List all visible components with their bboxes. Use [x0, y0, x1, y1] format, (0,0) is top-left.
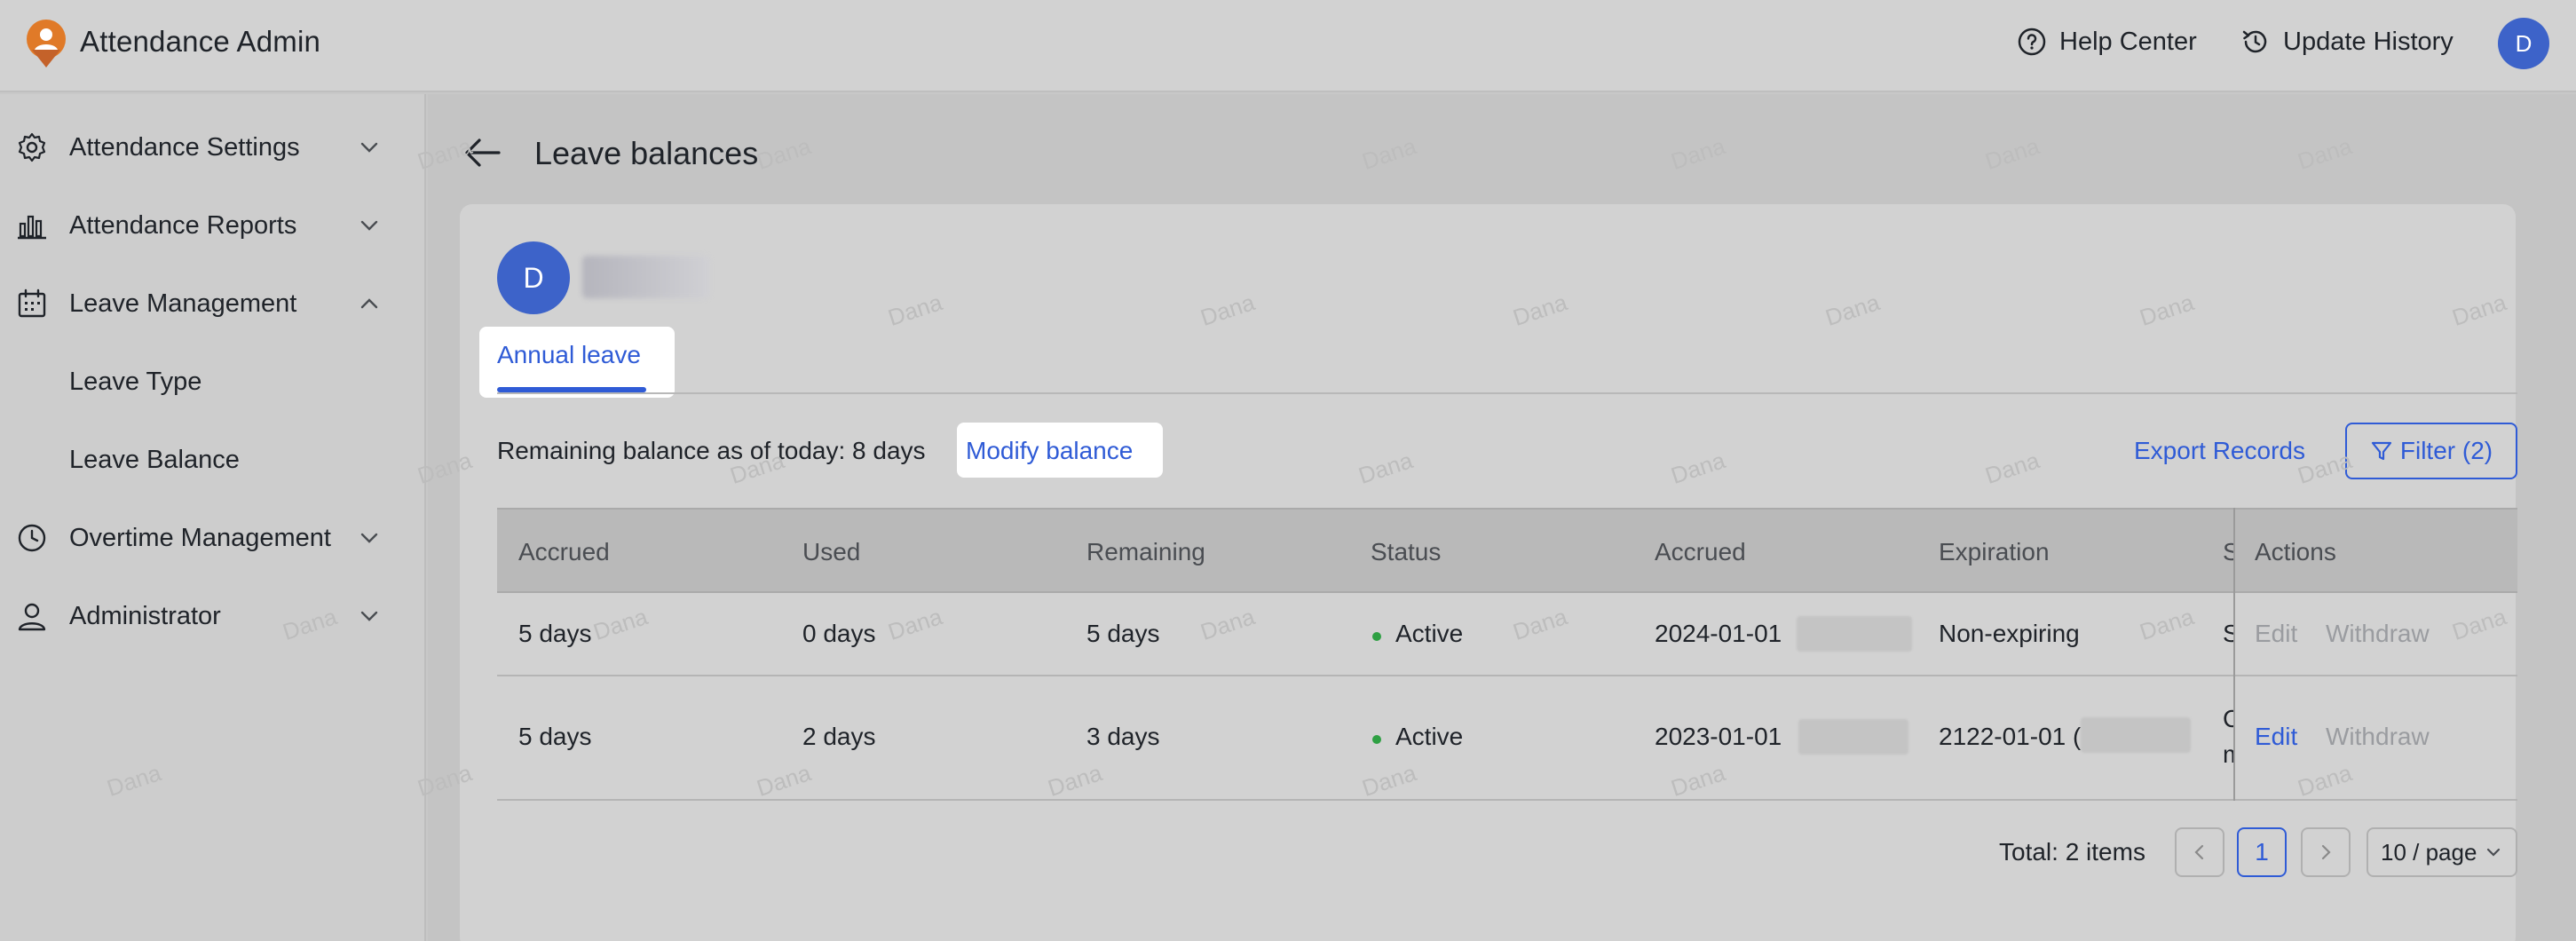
cell-accrued-date: 2023-01-01	[1655, 723, 1782, 750]
column-header-accrued-date: Accrued	[1655, 538, 1746, 565]
column-header-accrued: Accrued	[518, 538, 610, 565]
table-row: 5 days 2 days 3 days Active 2023-01-01 2…	[497, 676, 2517, 801]
help-center-label: Help Center	[2059, 27, 2197, 56]
pagination-page-current[interactable]: 1	[2237, 827, 2287, 877]
cell-clipped: m	[2223, 740, 2233, 768]
cell-status: Active	[1395, 723, 1464, 750]
redacted-time	[1797, 616, 1912, 652]
sidebar-item-label: Leave Type	[69, 367, 202, 396]
cell-accrued-date: 2024-01-01	[1655, 620, 1782, 647]
sidebar-item-administrator[interactable]: Administrator	[0, 584, 417, 648]
cell-status: Active	[1395, 620, 1464, 647]
modify-balance-link[interactable]: Modify balance	[966, 437, 1133, 465]
withdraw-button-disabled[interactable]: Withdraw	[2326, 620, 2430, 648]
cell-expiration: 2122-01-01 (	[1939, 723, 2082, 750]
back-arrow-icon[interactable]	[463, 135, 502, 170]
chevron-down-icon	[2486, 848, 2501, 857]
sidebar-item-label: Attendance Settings	[69, 132, 300, 162]
page-size-select[interactable]: 10 / page	[2367, 827, 2517, 877]
leave-balance-table: Accrued Used Remaining Status Accrued Ex…	[497, 508, 2517, 801]
status-active-dot	[1372, 735, 1381, 744]
help-center-link[interactable]: Help Center	[2017, 27, 2197, 57]
sidebar-item-label: Leave Management	[69, 289, 297, 318]
table-header: Accrued Used Remaining Status Accrued Ex…	[497, 508, 2517, 593]
filter-button[interactable]: Filter (2)	[2345, 423, 2517, 479]
clock-icon	[18, 524, 46, 552]
chevron-right-icon	[2321, 844, 2331, 860]
cell-expiration: Non-expiring	[1939, 620, 2080, 647]
bar-chart-icon	[18, 215, 46, 240]
gear-icon	[18, 132, 46, 162]
history-icon	[2242, 30, 2267, 53]
chevron-up-icon	[360, 298, 378, 309]
cell-used: 0 days	[802, 620, 876, 647]
cell-accrued: 5 days	[518, 723, 592, 750]
table-row: 5 days 0 days 5 days Active 2024-01-01 N…	[497, 593, 2517, 676]
pagination-next-button[interactable]	[2301, 827, 2351, 877]
employee-name-redacted	[582, 256, 710, 298]
redacted-time	[1798, 719, 1908, 755]
pagination-prev-button[interactable]	[2175, 827, 2224, 877]
cell-remaining: 5 days	[1087, 620, 1160, 647]
chevron-down-icon	[360, 533, 378, 543]
sidebar-item-attendance-reports[interactable]: Attendance Reports	[0, 194, 417, 257]
sidebar-item-leave-management[interactable]: Leave Management	[0, 272, 417, 336]
chevron-down-icon	[360, 611, 378, 621]
page-size-value: 10 / page	[2381, 838, 2477, 866]
cell-accrued: 5 days	[518, 620, 592, 647]
filter-label: Filter (2)	[2399, 437, 2493, 464]
export-records-link[interactable]: Export Records	[2134, 437, 2305, 465]
sidebar-item-label: Leave Balance	[69, 445, 240, 474]
sidebar-item-leave-type[interactable]: Leave Type	[0, 350, 417, 414]
cell-clipped: S	[2223, 620, 2233, 647]
column-header-status: Status	[1371, 538, 1442, 565]
sidebar-item-attendance-settings[interactable]: Attendance Settings	[0, 115, 417, 179]
sidebar-item-overtime-management[interactable]: Overtime Management	[0, 506, 417, 570]
edit-button[interactable]: Edit	[2255, 723, 2297, 751]
page-title: Leave balances	[534, 135, 759, 171]
app-logo-icon	[27, 20, 66, 67]
top-bar: Attendance Admin Help Center Update Hist…	[0, 0, 2576, 92]
tab-annual-leave[interactable]: Annual leave	[497, 341, 641, 369]
sidebar-item-label: Administrator	[69, 601, 221, 630]
sidebar-item-label: Attendance Reports	[69, 210, 297, 240]
update-history-label: Update History	[2283, 27, 2454, 56]
status-active-dot	[1372, 632, 1381, 641]
chevron-left-icon	[2194, 844, 2204, 860]
person-icon	[18, 603, 46, 631]
sidebar-item-label: Overtime Management	[69, 523, 331, 552]
chevron-down-icon	[360, 220, 378, 231]
redacted-time	[2081, 717, 2191, 753]
cell-used: 2 days	[802, 723, 876, 750]
actions-column-divider	[2233, 508, 2235, 801]
sidebar-item-leave-balance[interactable]: Leave Balance	[0, 428, 417, 492]
column-header-actions: Actions	[2255, 538, 2336, 565]
remaining-balance-text: Remaining balance as of today: 8 days	[497, 437, 926, 464]
column-header-used: Used	[802, 538, 861, 565]
user-avatar[interactable]: D	[2498, 18, 2549, 69]
calendar-icon	[18, 289, 46, 318]
column-header-remaining: Remaining	[1087, 538, 1205, 565]
column-header-expiration: Expiration	[1939, 538, 2050, 565]
cell-clipped: C	[2223, 705, 2233, 732]
filter-icon	[2371, 441, 2391, 461]
app-title: Attendance Admin	[80, 25, 321, 58]
column-header-clipped: S	[2223, 538, 2233, 565]
pagination-total: Total: 2 items	[1999, 838, 2145, 866]
employee-avatar: D	[497, 241, 570, 314]
cell-remaining: 3 days	[1087, 723, 1160, 750]
chevron-down-icon	[360, 142, 378, 153]
withdraw-button-disabled[interactable]: Withdraw	[2326, 723, 2430, 751]
update-history-link[interactable]: Update History	[2240, 27, 2454, 57]
question-circle-icon	[2018, 28, 2046, 56]
edit-button-disabled[interactable]: Edit	[2255, 620, 2297, 648]
tab-divider	[497, 392, 2517, 394]
